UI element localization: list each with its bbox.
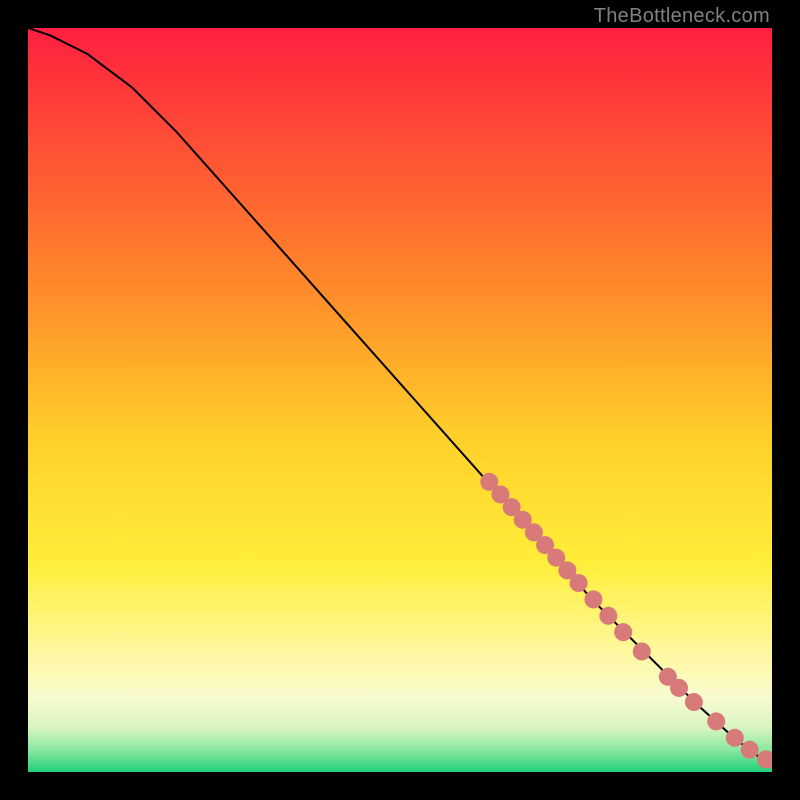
data-marker bbox=[570, 574, 588, 592]
data-marker bbox=[614, 623, 632, 641]
data-marker bbox=[599, 607, 617, 625]
data-marker bbox=[633, 642, 651, 660]
plot-area bbox=[28, 28, 772, 772]
watermark-text: TheBottleneck.com bbox=[594, 5, 770, 28]
data-marker bbox=[726, 729, 744, 747]
data-marker bbox=[584, 590, 602, 608]
data-marker bbox=[685, 693, 703, 711]
chart-stage: TheBottleneck.com bbox=[0, 0, 800, 800]
gradient-background bbox=[28, 28, 772, 772]
data-marker bbox=[670, 679, 688, 697]
data-marker bbox=[741, 741, 759, 759]
chart-canvas bbox=[28, 28, 772, 772]
data-marker bbox=[707, 712, 725, 730]
